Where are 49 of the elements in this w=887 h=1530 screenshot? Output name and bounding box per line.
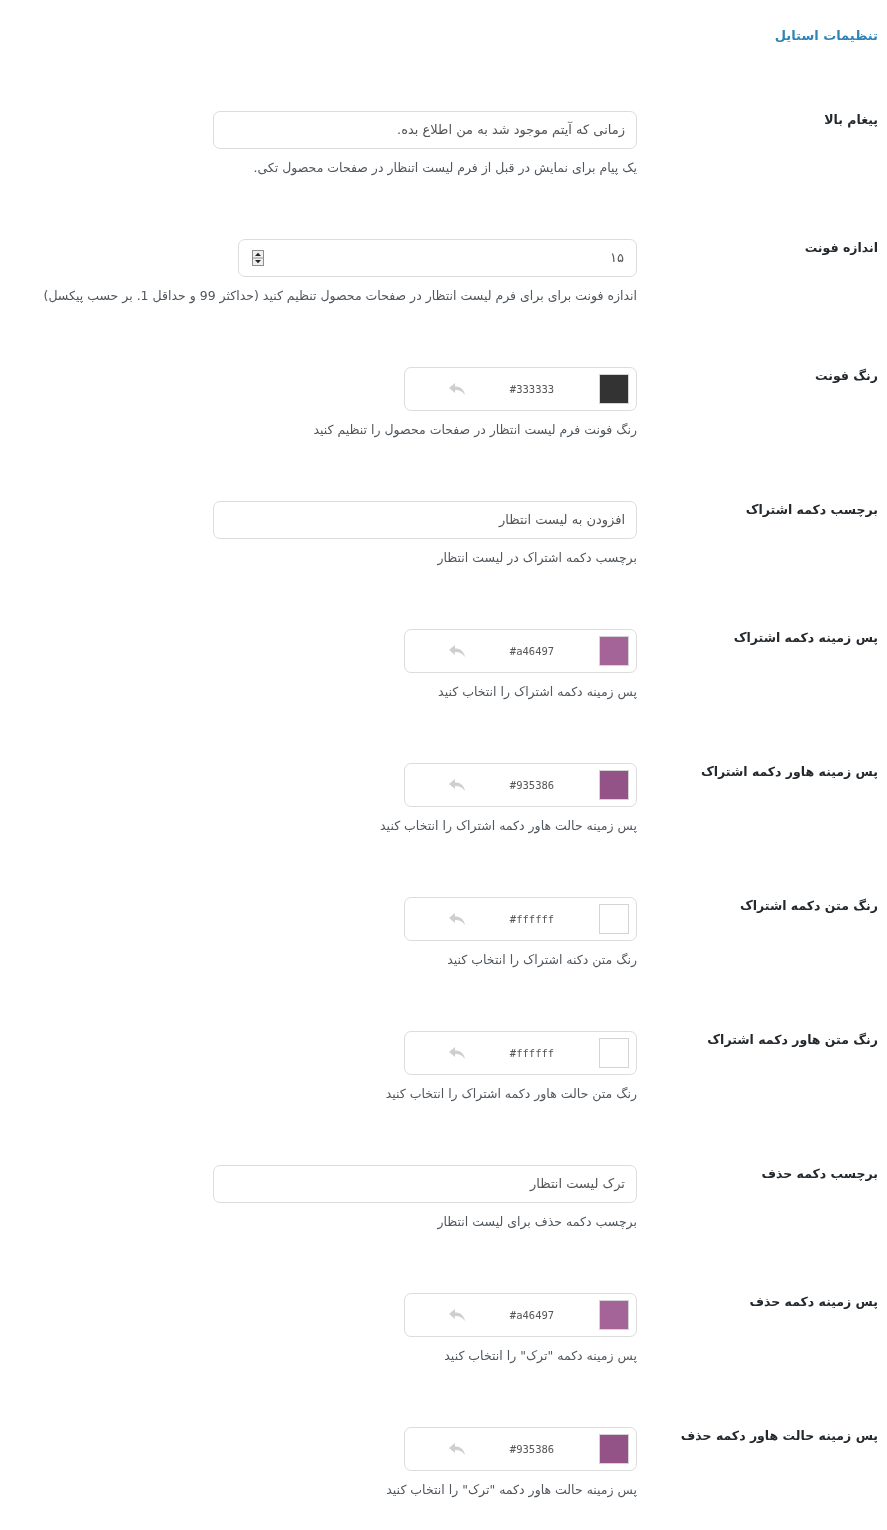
color-swatch[interactable] <box>599 1300 629 1330</box>
undo-icon[interactable] <box>449 1443 465 1455</box>
number-field[interactable]: ۱۵ <box>238 239 637 277</box>
field-description: پس زمینه حالت هاور دکمه "ترک" را انتخاب کنید <box>386 1481 637 1500</box>
field-label: پس زمینه دکمه اشتراک <box>732 629 878 647</box>
field-description: پس زمینه دکمه "ترک" را انتخاب کنید <box>444 1347 637 1366</box>
field-description: پس زمینه دکمه اشتراک را انتخاب کنید <box>438 683 637 702</box>
color-picker-field[interactable]: #935386 <box>404 763 637 807</box>
field-description: اندازه فونت برای برای فرم لیست انتظار در صفحات محصول تنظیم کنید (حداکثر 99 و حداقل 1. بر حسب پیکسل) <box>43 287 637 306</box>
field-description: برچسب دکمه اشتراک در لیست انتظار <box>437 549 637 568</box>
field-label: رنگ متن دکمه اشتراک <box>738 897 878 915</box>
field-description: پس زمینه حالت هاور دکمه اشتراک را انتخاب کنید <box>380 817 637 836</box>
color-picker-field[interactable]: #a46497 <box>404 1293 637 1337</box>
color-picker-field[interactable]: #333333 <box>404 367 637 411</box>
color-swatch[interactable] <box>599 1434 629 1464</box>
color-swatch[interactable] <box>599 904 629 934</box>
color-picker-field[interactable]: #935386 <box>404 1427 637 1471</box>
undo-icon[interactable] <box>449 1047 465 1059</box>
field-description: برچسب دکمه حذف برای لیست انتظار <box>437 1213 637 1232</box>
field-label: برچسب دکمه اشتراک <box>744 501 878 519</box>
field-description: رنگ فونت فرم لیست انتظار در صفحات محصول را تنظیم کنید <box>313 421 637 440</box>
field-description: یک پیام برای نمایش در قبل از فرم لیست اتنظار در صفحات محصول تکی. <box>253 159 637 178</box>
field-label: برچسب دکمه حذف <box>760 1165 878 1183</box>
undo-icon[interactable] <box>449 1309 465 1321</box>
color-picker-field[interactable]: #a46497 <box>404 629 637 673</box>
color-swatch[interactable] <box>599 374 629 404</box>
field-label: رنگ فونت <box>814 367 878 385</box>
color-picker-field[interactable]: #ffffff <box>404 1031 637 1075</box>
text-field[interactable]: زمانی که آیتم موجود شد به من اطلاع بده. <box>213 111 637 149</box>
field-description: رنگ متن حالت هاور دکمه اشتراک را انتخاب کنید <box>385 1085 637 1104</box>
field-label: اندازه فونت <box>803 239 878 257</box>
field-label: پس زمینه حالت هاور دکمه حذف <box>679 1427 878 1445</box>
field-label: پیغام بالا <box>823 111 878 129</box>
undo-icon[interactable] <box>449 645 465 657</box>
section-title: تنظیمات استایل <box>774 27 878 45</box>
text-field[interactable]: افزودن به لیست انتظار <box>213 501 637 539</box>
field-label: رنگ متن هاور دکمه اشتراک <box>706 1031 878 1049</box>
field-description: رنگ متن دکنه اشتراک را انتخاب کنید <box>447 951 637 970</box>
undo-icon[interactable] <box>449 383 465 395</box>
text-field[interactable]: ترک لیست انتظار <box>213 1165 637 1203</box>
field-label: پس زمینه دکمه حذف <box>748 1293 878 1311</box>
color-swatch[interactable] <box>599 770 629 800</box>
spinner-icon[interactable] <box>252 250 264 266</box>
color-picker-field[interactable]: #ffffff <box>404 897 637 941</box>
undo-icon[interactable] <box>449 913 465 925</box>
color-swatch[interactable] <box>599 1038 629 1068</box>
undo-icon[interactable] <box>449 779 465 791</box>
field-label: پس زمینه هاور دکمه اشتراک <box>700 763 878 781</box>
color-swatch[interactable] <box>599 636 629 666</box>
